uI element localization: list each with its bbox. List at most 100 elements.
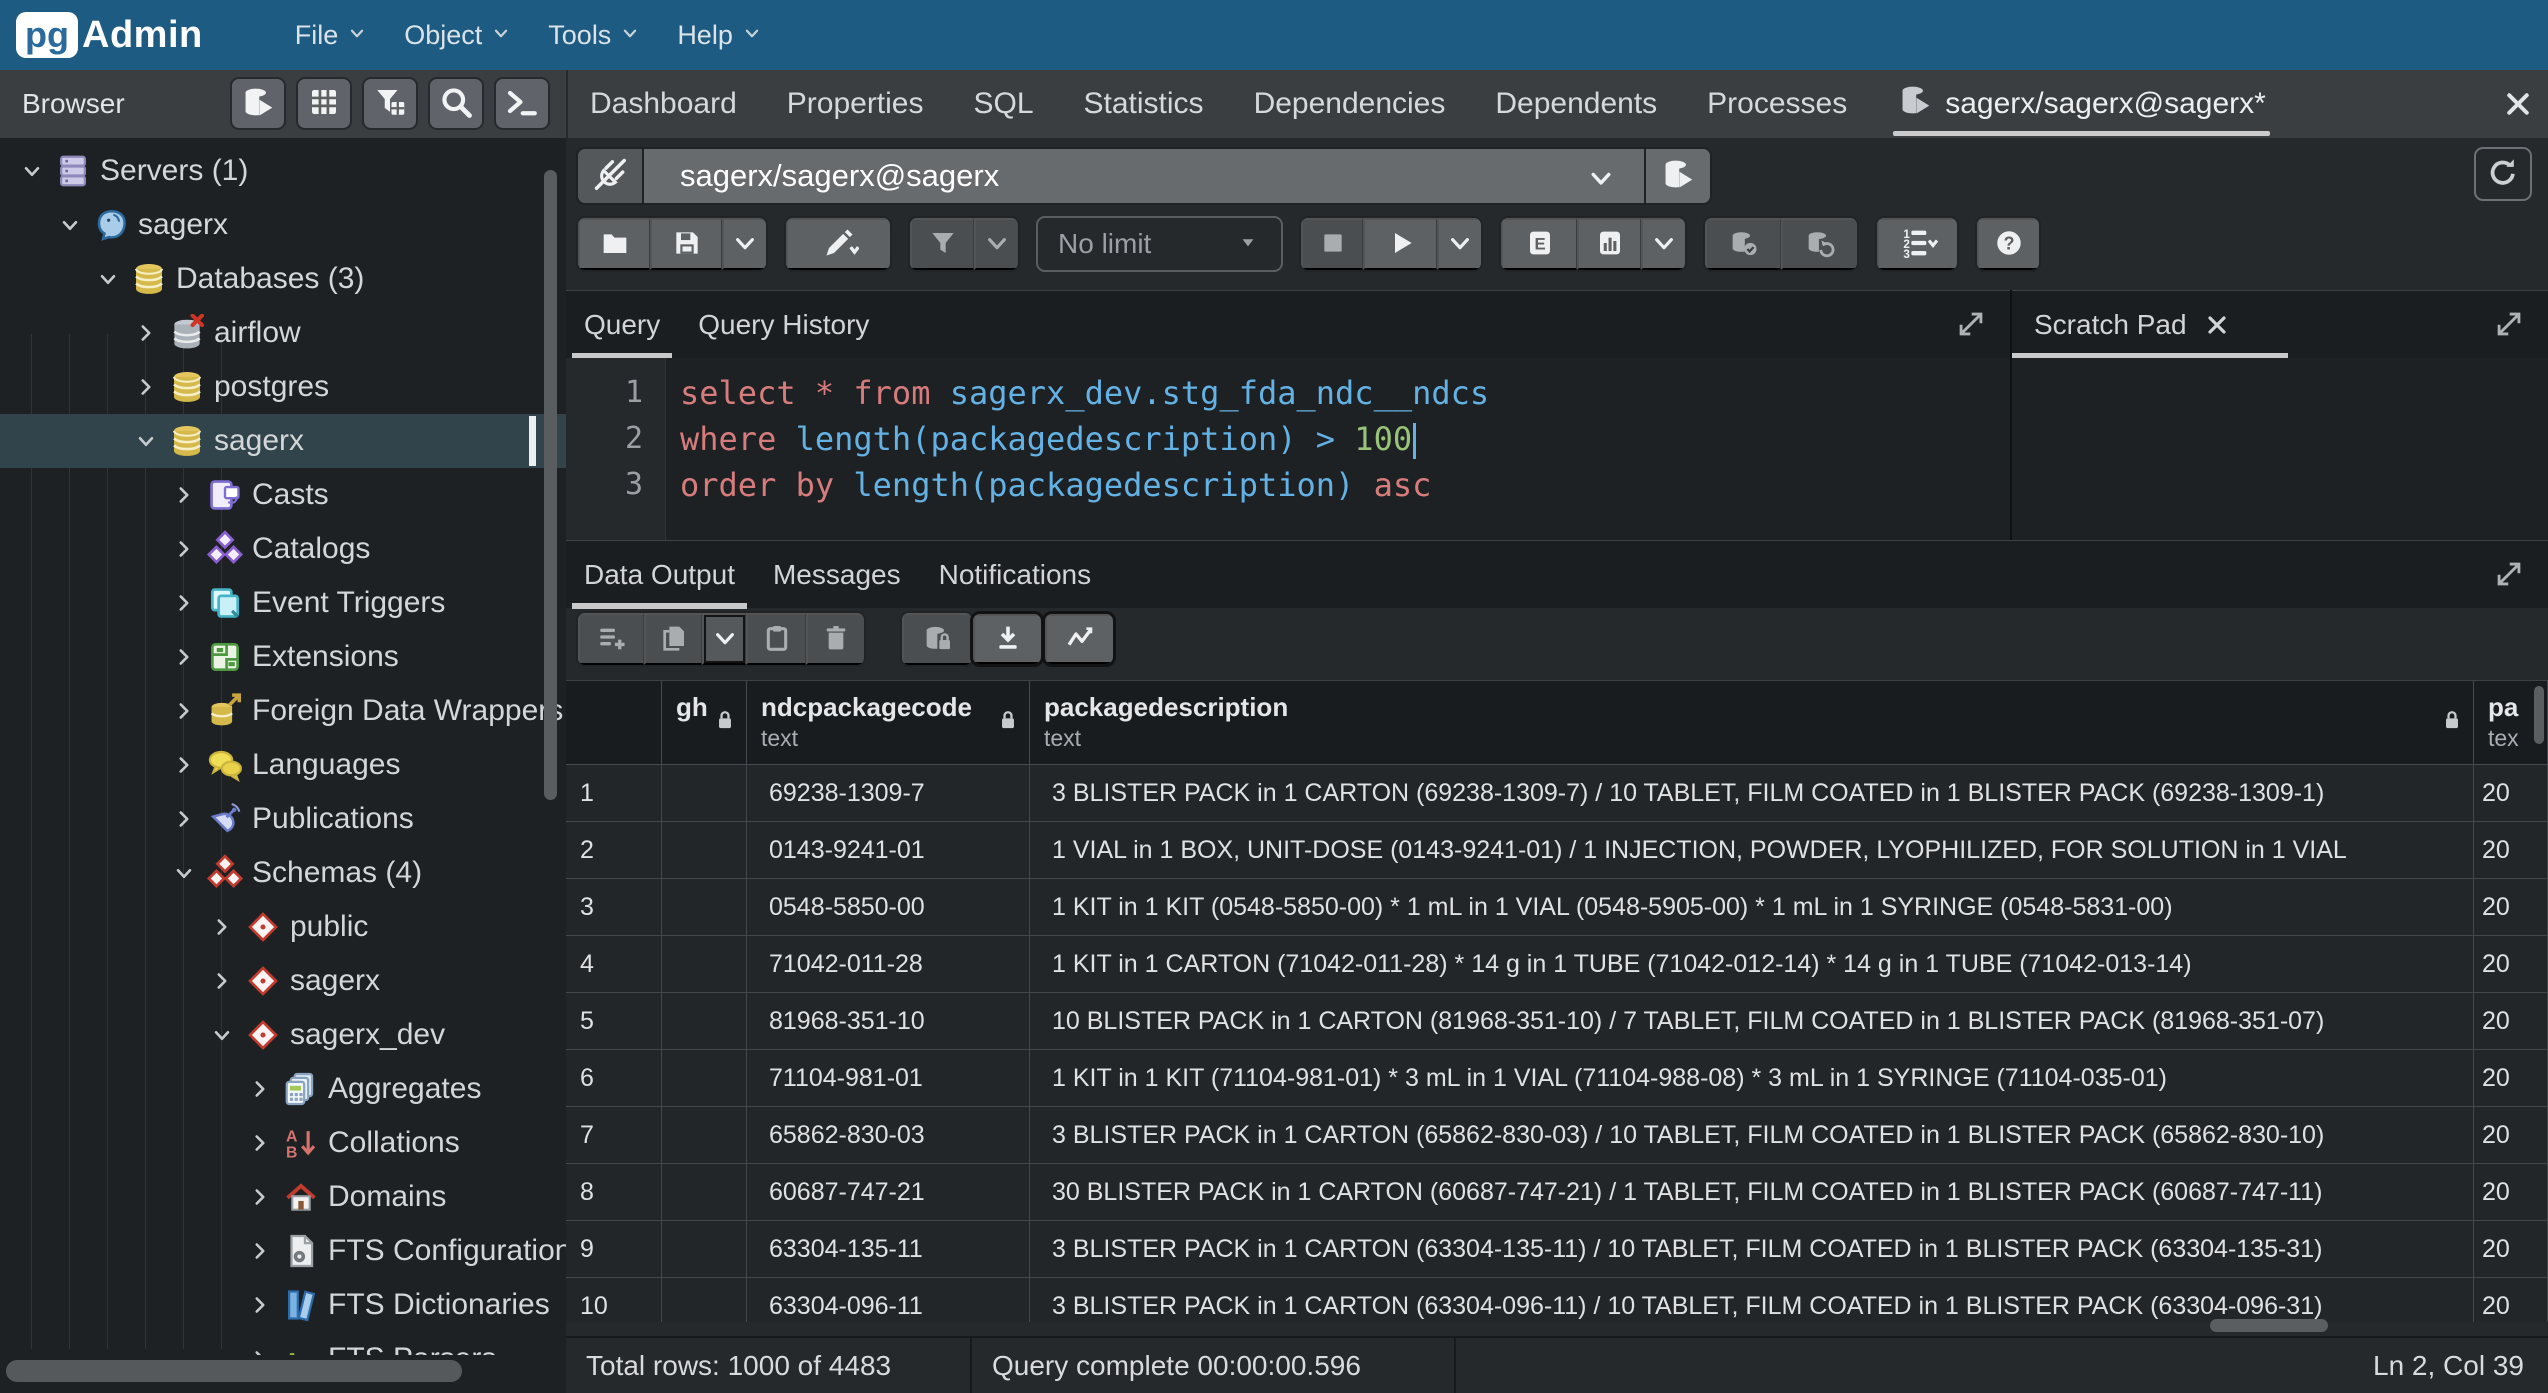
chevron-right-icon[interactable]	[204, 914, 240, 940]
column-header-gh[interactable]: gh	[662, 681, 747, 764]
expand-icon[interactable]	[1954, 307, 1988, 346]
row-number[interactable]: 4	[566, 936, 662, 993]
grid-cell[interactable]: 65862-830-03	[747, 1107, 1030, 1164]
grid-cell[interactable]: 20	[2474, 879, 2548, 936]
menu-file[interactable]: File	[295, 20, 369, 51]
rollback-button[interactable]	[1781, 218, 1857, 270]
expand-icon[interactable]	[2492, 307, 2526, 346]
psql-button[interactable]	[494, 77, 550, 130]
grid-cell[interactable]: 20	[2474, 1050, 2548, 1107]
tab-scratch-pad[interactable]: Scratch Pad	[2034, 291, 2187, 359]
tree-item-schemas-4-[interactable]: Schemas (4)	[0, 846, 566, 900]
row-number[interactable]: 10	[566, 1278, 662, 1322]
tree-item-foreign-data-wrappers[interactable]: Foreign Data Wrappers	[0, 684, 566, 738]
grid-cell[interactable]: 1 VIAL in 1 BOX, UNIT-DOSE (0143-9241-01…	[1030, 822, 2474, 879]
chevron-down-icon[interactable]	[128, 428, 164, 454]
row-number[interactable]: 8	[566, 1164, 662, 1221]
grid-cell[interactable]: 1 KIT in 1 KIT (0548-5850-00) * 1 mL in …	[1030, 879, 2474, 936]
column-header-ndcpackagecode[interactable]: ndcpackagecodetext	[747, 681, 1030, 764]
new-connection-button[interactable]	[1644, 149, 1710, 203]
chevron-down-button[interactable]	[702, 613, 746, 665]
tab-properties[interactable]: Properties	[787, 87, 924, 121]
view-data-button[interactable]	[296, 77, 352, 130]
connection-status-button[interactable]	[578, 149, 644, 203]
grid-cell[interactable]: 71042-011-28	[747, 936, 1030, 993]
row-limit-select[interactable]: No limit	[1036, 216, 1283, 272]
grid-cell[interactable]	[662, 1164, 747, 1221]
stop-button[interactable]	[1301, 218, 1363, 270]
grid-cell[interactable]: 3 BLISTER PACK in 1 CARTON (63304-135-11…	[1030, 1221, 2474, 1278]
db-save-button[interactable]	[902, 613, 972, 665]
tree-item-publications[interactable]: Publications	[0, 792, 566, 846]
tab-dependents[interactable]: Dependents	[1495, 87, 1657, 121]
trash-button[interactable]	[806, 613, 864, 665]
grid-cell[interactable]: 1 KIT in 1 CARTON (71042-011-28) * 14 g …	[1030, 936, 2474, 993]
tree-item-catalogs[interactable]: Catalogs	[0, 522, 566, 576]
chevron-right-icon[interactable]	[242, 1292, 278, 1318]
chevron-right-icon[interactable]	[242, 1076, 278, 1102]
grid-cell[interactable]: 3 BLISTER PACK in 1 CARTON (69238-1309-7…	[1030, 765, 2474, 822]
question-button[interactable]: ?	[1977, 218, 2039, 270]
grid-cell[interactable]: 20	[2474, 993, 2548, 1050]
chevron-down-button[interactable]	[1437, 218, 1481, 270]
commit-button[interactable]	[1705, 218, 1781, 270]
grid-cell[interactable]	[662, 1278, 747, 1322]
chevron-right-icon[interactable]	[128, 320, 164, 346]
chevron-right-icon[interactable]	[242, 1184, 278, 1210]
grid-cell[interactable]: 20	[2474, 822, 2548, 879]
grid-cell[interactable]: 0143-9241-01	[747, 822, 1030, 879]
grid-cell[interactable]: 20	[2474, 765, 2548, 822]
tab-statistics[interactable]: Statistics	[1084, 87, 1204, 121]
tree-vertical-scrollbar[interactable]	[544, 170, 557, 800]
row-number[interactable]: 9	[566, 1221, 662, 1278]
add-row-button[interactable]	[578, 613, 644, 665]
tree-item-sagerx[interactable]: sagerx	[0, 954, 566, 1008]
row-number[interactable]: 7	[566, 1107, 662, 1164]
tab-sql[interactable]: SQL	[974, 87, 1034, 121]
chevron-right-icon[interactable]	[166, 698, 202, 724]
chevron-down-icon[interactable]	[166, 860, 202, 886]
grid-cell[interactable]	[662, 936, 747, 993]
filtered-rows-button[interactable]	[362, 77, 418, 130]
explain-analyze-button[interactable]	[1577, 218, 1641, 270]
tree-item-public[interactable]: public	[0, 900, 566, 954]
tree-item-fts-configurations[interactable]: FTS Configurations	[0, 1224, 566, 1278]
row-number[interactable]: 2	[566, 822, 662, 879]
grid-cell[interactable]	[662, 1221, 747, 1278]
grid-cell[interactable]: 30 BLISTER PACK in 1 CARTON (60687-747-2…	[1030, 1164, 2474, 1221]
chevron-right-icon[interactable]	[128, 374, 164, 400]
chevron-right-icon[interactable]	[166, 590, 202, 616]
tree-horizontal-scrollbar[interactable]	[6, 1360, 462, 1382]
grid-cell[interactable]: 60687-747-21	[747, 1164, 1030, 1221]
tab-dependencies[interactable]: Dependencies	[1254, 87, 1446, 121]
menu-help[interactable]: Help	[677, 20, 763, 51]
grid-cell[interactable]: 0548-5850-00	[747, 879, 1030, 936]
grid-cell[interactable]: 1 KIT in 1 KIT (71104-981-01) * 3 mL in …	[1030, 1050, 2474, 1107]
sql-editor[interactable]: 123 select * from sagerx_dev.stg_fda_ndc…	[566, 358, 2010, 540]
row-number[interactable]: 5	[566, 993, 662, 1050]
graph-button[interactable]	[1045, 614, 1113, 664]
grid-cell[interactable]	[662, 1107, 747, 1164]
funnel-button[interactable]	[910, 218, 974, 270]
save-button[interactable]	[650, 218, 722, 270]
tree-item-event-triggers[interactable]: Event Triggers	[0, 576, 566, 630]
chevron-right-icon[interactable]	[166, 752, 202, 778]
grid-cell[interactable]: 20	[2474, 1278, 2548, 1322]
grid-cell[interactable]: 20	[2474, 936, 2548, 993]
chevron-right-icon[interactable]	[166, 644, 202, 670]
chevron-down-icon[interactable]	[90, 266, 126, 292]
chevron-down-button[interactable]	[1641, 218, 1685, 270]
grid-cell[interactable]: 81968-351-10	[747, 993, 1030, 1050]
refresh-button[interactable]	[2474, 147, 2532, 201]
grid-cell[interactable]: 10 BLISTER PACK in 1 CARTON (81968-351-1…	[1030, 993, 2474, 1050]
row-number[interactable]: 1	[566, 765, 662, 822]
tab-notifications[interactable]: Notifications	[939, 541, 1092, 609]
tab-data-output[interactable]: Data Output	[584, 541, 735, 609]
grid-cell[interactable]: 20	[2474, 1221, 2548, 1278]
edit-chevron-button[interactable]	[786, 218, 890, 270]
close-tab-icon[interactable]	[2498, 84, 2538, 124]
expand-icon[interactable]	[2492, 557, 2526, 596]
tree-item-collations[interactable]: ABCollations	[0, 1116, 566, 1170]
tree-item-sagerx[interactable]: sagerx	[0, 198, 566, 252]
download-button[interactable]	[973, 614, 1041, 664]
